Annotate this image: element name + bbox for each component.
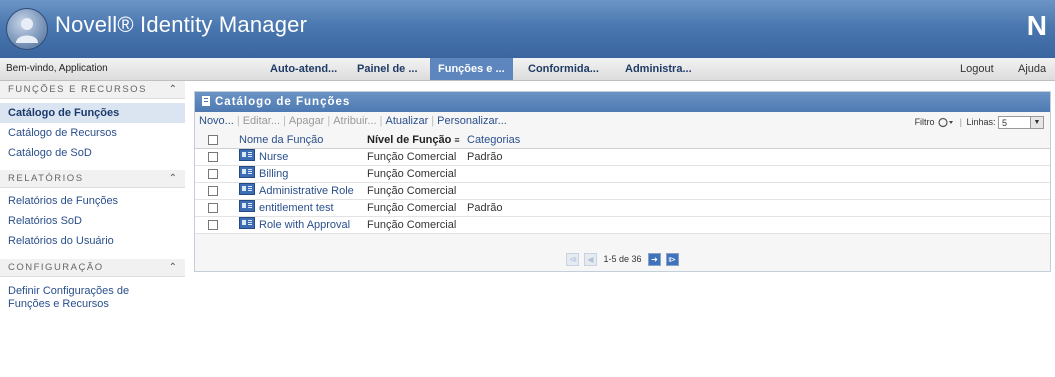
- column-header-categories[interactable]: Categorias: [467, 132, 520, 148]
- role-level: Função Comercial: [367, 151, 457, 163]
- tab-compliance[interactable]: Conformida...: [520, 58, 607, 80]
- new-button[interactable]: Novo...: [199, 115, 234, 127]
- sidebar-item-sod-catalog[interactable]: Catálogo de SoD: [0, 143, 185, 163]
- role-name-link[interactable]: Nurse: [259, 151, 288, 163]
- tab-self-service[interactable]: Auto-atend...: [262, 58, 345, 80]
- row-checkbox[interactable]: [208, 220, 218, 230]
- sidebar-item-role-catalog[interactable]: Catálogo de Funções: [0, 103, 185, 123]
- page-range: 1-5 de 36: [603, 254, 642, 264]
- collapse-chevron-icon[interactable]: ⌃: [169, 259, 177, 277]
- row-checkbox[interactable]: [208, 152, 218, 162]
- row-checkbox[interactable]: [208, 169, 218, 179]
- lines-value: 5: [1002, 118, 1008, 129]
- delete-button[interactable]: Apagar: [289, 115, 324, 127]
- sidebar-item-configure-settings[interactable]: Definir Configurações de Funções e Recur…: [0, 281, 150, 311]
- sidebar-item-user-reports[interactable]: Relatórios do Usuário: [0, 231, 185, 251]
- panel-title-bar: Catálogo de Funções: [195, 92, 1050, 112]
- sidebar-item-sod-reports[interactable]: Relatórios SoD: [0, 211, 185, 231]
- toolbar: Novo... | Editar... | Apagar | Atribuir... | Atu…: [195, 112, 1050, 130]
- column-header-name[interactable]: Nome da Função: [239, 132, 323, 148]
- role-icon: [239, 217, 255, 229]
- toolbar-right: Filtro | Linhas: 5 ▼: [915, 113, 1044, 131]
- novell-n-logo: N: [1026, 10, 1047, 41]
- role-level: Função Comercial: [367, 202, 457, 214]
- tab-administration[interactable]: Administra...: [617, 58, 700, 80]
- last-page-icon[interactable]: ⧐: [665, 253, 679, 267]
- role-category: Padrão: [467, 202, 503, 214]
- welcome-text: Bem-vindo, Application: [6, 63, 108, 74]
- section-title: FUNÇÕES E RECURSOS: [8, 84, 147, 95]
- refresh-button[interactable]: Atualizar: [385, 115, 428, 127]
- table-row: Nurse Função Comercial Padrão: [195, 149, 1050, 166]
- row-checkbox[interactable]: [208, 186, 218, 196]
- table-header-row: Nome da Função Nível de Função ≡ Categor…: [195, 132, 1050, 149]
- column-header-level[interactable]: Nível de Função ≡: [367, 132, 460, 148]
- section-reports[interactable]: RELATÓRIOS ⌃: [0, 170, 185, 188]
- brand-title: Novell® Identity Manager: [55, 12, 308, 37]
- collapse-chevron-icon[interactable]: ⌃: [169, 170, 177, 188]
- roles-table: Nome da Função Nível de Função ≡ Categor…: [195, 132, 1050, 234]
- help-link[interactable]: Ajuda: [1018, 63, 1046, 75]
- sidebar-item-role-reports[interactable]: Relatórios de Funções: [0, 191, 185, 211]
- sidebar: FUNÇÕES E RECURSOS ⌃ Catálogo de Funções…: [0, 81, 185, 321]
- section-title: CONFIGURAÇÃO: [8, 262, 104, 273]
- role-level: Função Comercial: [367, 219, 457, 231]
- role-name-link[interactable]: entitlement test: [259, 202, 334, 214]
- panel-title: Catálogo de Funções: [215, 96, 351, 108]
- logout-link[interactable]: Logout: [960, 63, 994, 75]
- role-icon: [239, 166, 255, 178]
- select-all-checkbox[interactable]: [208, 135, 218, 145]
- sort-icon: ≡: [454, 135, 460, 145]
- collapse-chevron-icon[interactable]: ⌃: [169, 81, 177, 99]
- role-catalog-panel: Catálogo de Funções Novo... | Editar... | Ap…: [194, 91, 1051, 272]
- role-category: Padrão: [467, 151, 503, 163]
- table-row: Role with Approval Função Comercial: [195, 217, 1050, 234]
- role-icon: [239, 149, 255, 161]
- role-name-link[interactable]: Role with Approval: [259, 219, 350, 231]
- table-row: entitlement test Função Comercial Padrão: [195, 200, 1050, 217]
- row-checkbox[interactable]: [208, 203, 218, 213]
- role-level: Função Comercial: [367, 168, 457, 180]
- dropdown-arrow-icon[interactable]: ▼: [1030, 117, 1043, 129]
- pagination: ⧏ ◀ 1-5 de 36 ➜ ⧐: [195, 250, 1050, 268]
- sidebar-item-resource-catalog[interactable]: Catálogo de Recursos: [0, 123, 185, 143]
- novell-logo-icon: [6, 8, 48, 50]
- tab-dashboard[interactable]: Painel de ...: [349, 58, 426, 80]
- role-name-link[interactable]: Administrative Role: [259, 185, 354, 197]
- role-icon: [239, 183, 255, 195]
- filter-icon[interactable]: [937, 117, 955, 128]
- first-page-icon[interactable]: ⧏: [566, 253, 580, 267]
- table-row: Administrative Role Função Comercial: [195, 183, 1050, 200]
- top-navigation: Bem-vindo, Application Auto-atend... Pai…: [0, 58, 1055, 81]
- app-header: Novell® Identity Manager N: [0, 0, 1055, 58]
- previous-page-icon[interactable]: ◀: [583, 253, 597, 267]
- role-level: Função Comercial: [367, 185, 457, 197]
- role-icon: [239, 200, 255, 212]
- role-name-link[interactable]: Billing: [259, 168, 288, 180]
- catalog-icon: [202, 96, 210, 106]
- lines-per-page-select[interactable]: 5 ▼: [998, 116, 1044, 130]
- section-title: RELATÓRIOS: [8, 173, 84, 184]
- edit-button[interactable]: Editar...: [243, 115, 280, 127]
- table-row: Billing Função Comercial: [195, 166, 1050, 183]
- lines-label: Linhas:: [966, 117, 996, 127]
- tab-roles-resources[interactable]: Funções e ...: [430, 58, 513, 80]
- filter-label: Filtro: [914, 117, 935, 127]
- section-roles-resources[interactable]: FUNÇÕES E RECURSOS ⌃: [0, 81, 185, 99]
- next-page-icon[interactable]: ➜: [648, 253, 662, 267]
- customize-button[interactable]: Personalizar...: [437, 115, 507, 127]
- assign-button[interactable]: Atribuir...: [333, 115, 376, 127]
- section-configuration[interactable]: CONFIGURAÇÃO ⌃: [0, 259, 185, 277]
